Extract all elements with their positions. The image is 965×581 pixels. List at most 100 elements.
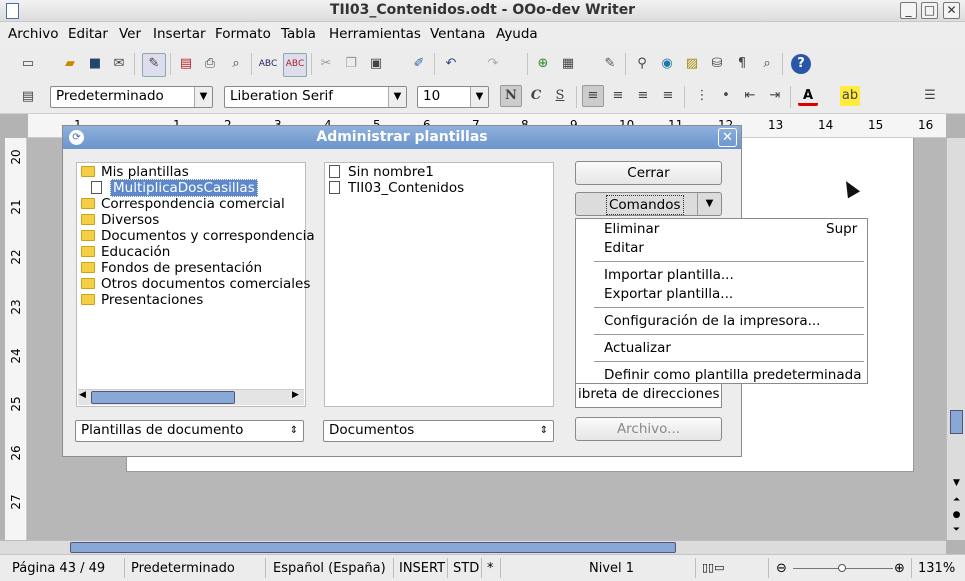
paste-icon[interactable]: ▣ (366, 54, 386, 74)
zoom-out-icon[interactable]: ⊖ (776, 561, 787, 576)
tree-item-folder[interactable]: Documentos y correspondencia (81, 228, 315, 244)
view-layout-icon[interactable]: ▯▯▭ (702, 561, 725, 574)
gallery-icon[interactable]: ▨ (682, 54, 702, 74)
menu-item-import-template[interactable]: Importar plantilla... (604, 267, 734, 283)
navigator-icon[interactable]: ◉ (657, 54, 677, 74)
chevron-down-icon[interactable]: ▼ (950, 478, 963, 491)
scroll-thumb[interactable] (950, 410, 963, 434)
list-item[interactable]: Sin nombre1 (329, 164, 434, 180)
menu-ventana[interactable]: Ventana (430, 26, 485, 42)
chevron-down-icon[interactable]: ▼ (194, 87, 212, 107)
spin-arrows-icon[interactable]: ⇕ (535, 421, 553, 441)
menu-ver[interactable]: Ver (119, 26, 141, 42)
menu-item-printer-setup[interactable]: Configuración de la impresora... (604, 313, 820, 329)
open-icon[interactable]: ▰ (60, 54, 80, 74)
documents-list[interactable]: Sin nombre1 TII03_Contenidos (324, 162, 554, 407)
menu-item-refresh[interactable]: Actualizar (604, 340, 671, 356)
minimize-button[interactable]: _ (900, 2, 917, 19)
italic-button[interactable]: C (526, 86, 546, 106)
numbering-icon[interactable]: ⋮ (692, 86, 712, 106)
print-icon[interactable]: ⎙ (200, 54, 220, 74)
tree-item-folder[interactable]: Correspondencia comercial (81, 196, 285, 212)
menu-item-export-template[interactable]: Exportar plantilla... (604, 286, 733, 302)
insert-mode[interactable]: INSERT (399, 561, 445, 576)
chevron-down-icon[interactable]: ▼ (388, 87, 406, 107)
next-page-icon[interactable]: ⏷ (950, 525, 963, 538)
spellcheck-icon[interactable]: ABC (258, 54, 278, 74)
horizontal-scrollbar[interactable] (0, 540, 946, 554)
redo-icon[interactable]: ↷ (483, 54, 503, 74)
more-options-icon[interactable]: ☰ (920, 86, 940, 106)
menu-item-edit[interactable]: Editar (604, 240, 644, 256)
menu-item-set-default[interactable]: Definir como plantilla predeterminada (604, 367, 861, 383)
scroll-left-icon[interactable]: ◀ (79, 390, 86, 400)
hyperlink-icon[interactable]: ⊕ (533, 54, 553, 74)
align-left-icon[interactable]: ≡ (582, 85, 604, 107)
selection-mode[interactable]: STD (453, 561, 479, 576)
tree-item-folder[interactable]: Fondos de presentación (81, 260, 262, 276)
scroll-thumb[interactable] (70, 542, 676, 553)
template-categories-tree[interactable]: Mis plantillas MultiplicaDosCasillas Cor… (76, 162, 315, 407)
menu-item-delete[interactable]: Eliminar (604, 221, 659, 237)
zoom-slider-handle[interactable] (838, 564, 846, 572)
commands-button[interactable]: Comandos ▼ (575, 192, 722, 216)
scroll-thumb[interactable] (91, 391, 235, 404)
list-item[interactable]: TII03_Contenidos (329, 180, 464, 196)
align-center-icon[interactable]: ≡ (608, 86, 628, 106)
menu-archivo[interactable]: Archivo (8, 26, 58, 42)
find-replace-icon[interactable]: ⚲ (632, 54, 652, 74)
highlight-icon[interactable]: ab (840, 86, 860, 106)
tree-item-folder[interactable]: Otros documentos comerciales (81, 276, 310, 292)
horizontal-scrollbar[interactable]: ◀ ▶ (78, 389, 304, 405)
navigation-icon[interactable]: ● (950, 510, 963, 523)
tree-item-mis-plantillas[interactable]: Mis plantillas (81, 164, 189, 180)
menu-tabla[interactable]: Tabla (281, 26, 316, 42)
new-document-icon[interactable]: ▭ (18, 54, 38, 74)
tree-item-selected-template[interactable]: MultiplicaDosCasillas (91, 179, 258, 197)
menu-formato[interactable]: Formato (215, 26, 271, 42)
zoom-percentage[interactable]: 131% (918, 561, 955, 576)
chevron-down-icon[interactable]: ▼ (470, 87, 488, 107)
template-type-select[interactable]: Plantillas de documento ⇕ (75, 420, 304, 442)
print-preview-icon[interactable]: ⌕ (226, 54, 246, 74)
file-button[interactable]: Archivo... (575, 417, 722, 441)
zoom-icon[interactable]: ⌕ (757, 54, 777, 74)
edit-mode-icon[interactable]: ✎ (142, 53, 166, 77)
spin-arrows-icon[interactable]: ⇕ (285, 421, 303, 441)
data-sources-icon[interactable]: ⛁ (707, 54, 727, 74)
underline-button[interactable]: S (550, 86, 570, 106)
align-right-icon[interactable]: ≡ (633, 86, 653, 106)
close-window-button[interactable]: ✕ (943, 2, 960, 19)
chevron-down-icon[interactable]: ▼ (697, 193, 721, 215)
draw-functions-icon[interactable]: ✎ (600, 54, 620, 74)
format-paintbrush-icon[interactable]: ✐ (409, 54, 429, 74)
scroll-right-icon[interactable]: ▶ (292, 390, 299, 400)
menu-editar[interactable]: Editar (68, 26, 108, 42)
tree-item-folder[interactable]: Presentaciones (81, 292, 203, 308)
autospellcheck-icon[interactable]: ABC (283, 53, 307, 77)
font-color-icon[interactable]: A (798, 86, 818, 106)
help-icon[interactable]: ? (791, 54, 811, 74)
bullets-icon[interactable]: • (716, 86, 736, 106)
tree-item-folder[interactable]: Diversos (81, 212, 159, 228)
menu-insertar[interactable]: Insertar (153, 26, 206, 42)
table-icon[interactable]: ▦ (558, 54, 578, 74)
styles-formatting-icon[interactable]: ▤ (18, 87, 38, 107)
export-pdf-icon[interactable]: ▤ (176, 54, 196, 74)
email-icon[interactable]: ✉ (109, 54, 129, 74)
tree-item-folder[interactable]: Educación (81, 244, 170, 260)
bold-button[interactable]: N (500, 85, 522, 107)
close-button[interactable]: Cerrar (575, 161, 722, 185)
maximize-button[interactable]: □ (921, 2, 938, 19)
formatting-marks-icon[interactable]: ¶ (732, 54, 752, 74)
menu-ayuda[interactable]: Ayuda (496, 26, 538, 42)
cut-icon[interactable]: ✂ (316, 54, 336, 74)
close-icon[interactable]: ✕ (718, 128, 737, 147)
save-icon[interactable]: ■ (85, 54, 105, 74)
previous-page-icon[interactable]: ⏶ (950, 495, 963, 508)
documents-select[interactable]: Documentos ⇕ (323, 420, 554, 442)
zoom-in-icon[interactable]: ⊕ (894, 561, 905, 576)
increase-indent-icon[interactable]: ⇥ (765, 86, 785, 106)
menu-herramientas[interactable]: Herramientas (329, 26, 421, 42)
font-size-combo[interactable]: 10 ▼ (417, 86, 489, 108)
